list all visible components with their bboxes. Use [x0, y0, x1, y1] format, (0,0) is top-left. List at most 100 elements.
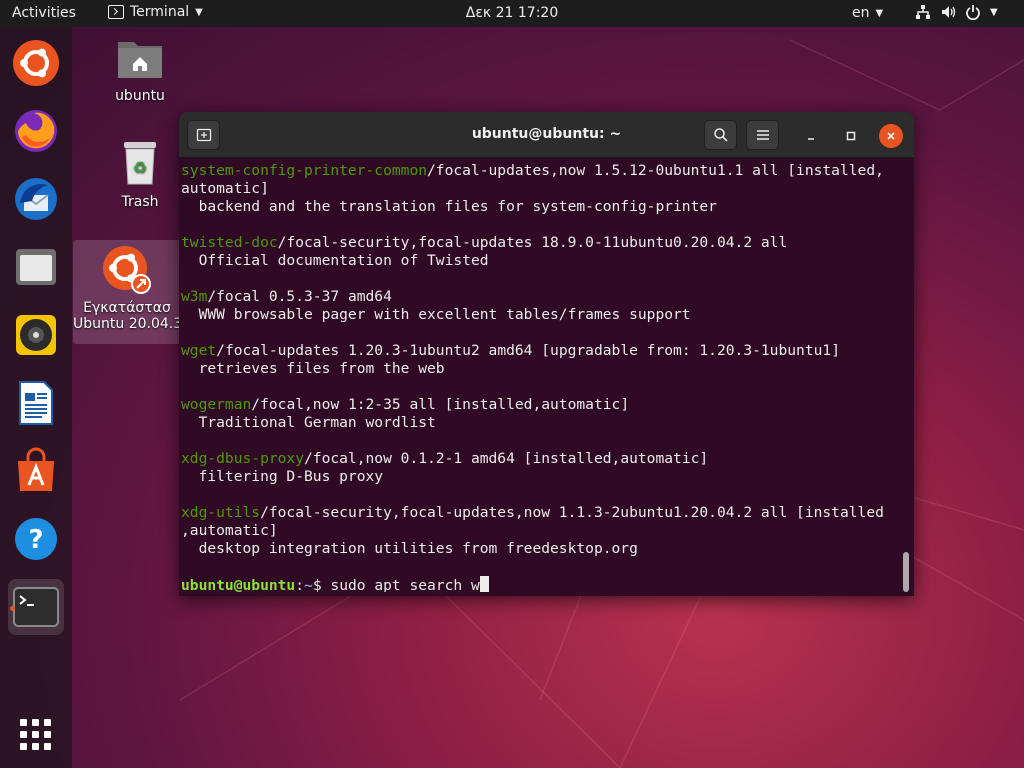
terminal-line: wogerman/focal,now 1:2-35 all [installed…	[181, 396, 909, 414]
search-icon	[713, 128, 728, 142]
ubuntu-software-icon	[18, 447, 54, 491]
package-name: wogerman	[181, 396, 252, 413]
terminal-line: twisted-doc/focal-security,focal-updates…	[181, 234, 909, 252]
dock-ubuntu-installer[interactable]	[8, 35, 64, 91]
output-text: retrieves files from the web	[181, 360, 445, 377]
package-name: wget	[181, 342, 217, 359]
top-bar: Activities Terminal ▼ Δεκ 21 17:20 en ▼ …	[0, 0, 1024, 27]
output-text: ,automatic]	[181, 522, 278, 539]
terminal-line: ,automatic]	[181, 522, 909, 540]
terminal-line: system-config-printer-common/focal-updat…	[181, 162, 909, 180]
close-icon	[887, 132, 895, 140]
ubuntu-installer-icon	[103, 246, 151, 294]
dock-thunderbird[interactable]	[8, 171, 64, 227]
menu-button[interactable]	[746, 120, 779, 150]
package-details: /focal-security,focal-updates 18.9.0-11u…	[277, 234, 788, 251]
dock-terminal[interactable]	[8, 579, 64, 635]
new-tab-button[interactable]	[187, 120, 220, 150]
output-text: Official documentation of Twisted	[181, 252, 489, 269]
dock-libreoffice-writer[interactable]	[8, 375, 64, 431]
prompt-line[interactable]: ubuntu@ubuntu:~$ sudo apt search w	[181, 576, 909, 592]
ubuntu-installer-icon	[13, 40, 59, 86]
terminal-line: backend and the translation files for sy…	[181, 198, 909, 216]
package-name: w3m	[181, 288, 208, 305]
terminal-titlebar[interactable]: ubuntu@ubuntu: ~	[179, 112, 914, 158]
output-text: WWW browsable pager with excellent table…	[181, 306, 691, 323]
app-menu-label: Terminal	[130, 4, 190, 20]
terminal-line: retrieves files from the web	[181, 360, 909, 378]
chevron-down-icon: ▼	[990, 6, 998, 18]
trash-label: Trash	[121, 194, 159, 210]
trash-icon: ♻	[124, 142, 156, 185]
minimize-button[interactable]	[799, 124, 823, 148]
svg-text:?: ?	[28, 525, 43, 555]
terminal-icon	[108, 5, 124, 19]
terminal-app-icon	[13, 587, 59, 627]
help-icon: ?	[15, 518, 57, 560]
output-text: desktop integration utilities from freed…	[181, 540, 638, 557]
language-label: en	[852, 5, 870, 21]
running-indicator	[10, 606, 15, 611]
close-button[interactable]	[879, 124, 903, 148]
package-name: system-config-printer-common	[181, 162, 428, 179]
network-icon	[915, 4, 931, 20]
terminal-output[interactable]: system-config-printer-common/focal-updat…	[181, 162, 909, 592]
package-name: xdg-dbus-proxy	[181, 450, 305, 467]
maximize-button[interactable]	[839, 124, 863, 148]
package-details: /focal,now 1:2-35 all [installed,automat…	[251, 396, 630, 413]
prompt-symbol: $	[312, 577, 331, 592]
power-icon	[965, 4, 981, 20]
prompt-user: ubuntu@ubuntu	[181, 577, 296, 592]
search-button[interactable]	[704, 120, 737, 150]
app-grid-icon	[20, 719, 51, 750]
dock-files[interactable]	[8, 239, 64, 295]
home-folder-label: ubuntu	[115, 88, 165, 104]
scrollbar[interactable]	[903, 552, 909, 592]
command-input[interactable]: sudo apt search w	[330, 577, 479, 592]
prompt-path: ~	[304, 577, 313, 592]
show-applications-button[interactable]	[8, 707, 64, 763]
package-details: /focal-updates,now 1.5.12-0ubuntu1.1 all…	[427, 162, 884, 179]
terminal-line: xdg-dbus-proxy/focal,now 0.1.2-1 amd64 […	[181, 450, 909, 468]
chevron-down-icon: ▼	[875, 7, 884, 19]
terminal-line: filtering D-Bus proxy	[181, 468, 909, 486]
package-details: /focal-updates 1.20.3-1ubuntu2 amd64 [up…	[216, 342, 840, 359]
terminal-line: automatic]	[181, 180, 909, 198]
package-name: xdg-utils	[181, 504, 261, 521]
dock-firefox[interactable]	[8, 103, 64, 159]
output-text: Traditional German wordlist	[181, 414, 436, 431]
minimize-icon	[808, 138, 814, 140]
installer-label-line2: Ubuntu 20.04.3	[73, 316, 181, 332]
output-text: backend and the translation files for sy…	[181, 198, 717, 215]
dock-ubuntu-software[interactable]	[8, 443, 64, 499]
desktop-installer[interactable]: Εγκατάστασ Ubuntu 20.04.3	[73, 244, 181, 332]
thunderbird-icon	[15, 178, 57, 220]
svg-text:♻: ♻	[133, 158, 147, 177]
prompt-separator: :	[295, 577, 305, 592]
terminal-line: Traditional German wordlist	[181, 414, 909, 432]
dock-rhythmbox[interactable]	[8, 307, 64, 363]
package-details: /focal 0.5.3-37 amd64	[207, 288, 392, 305]
terminal-window[interactable]: ubuntu@ubuntu: ~ system-config-printer-c…	[179, 112, 914, 596]
app-menu[interactable]: Terminal ▼	[108, 4, 203, 20]
desktop-home-folder[interactable]: ubuntu	[108, 36, 172, 104]
terminal-line: xdg-utils/focal-security,focal-updates,n…	[181, 504, 909, 522]
system-menu[interactable]: ▼	[915, 4, 998, 20]
output-text: automatic]	[181, 180, 269, 197]
desktop-trash[interactable]: ♻ Trash	[108, 140, 172, 210]
terminal-line: desktop integration utilities from freed…	[181, 540, 909, 558]
volume-icon	[940, 4, 956, 20]
activities-button[interactable]: Activities	[12, 5, 76, 21]
hamburger-icon	[756, 130, 769, 140]
package-name: twisted-doc	[181, 234, 278, 251]
dock-help[interactable]: ?	[8, 511, 64, 567]
home-folder-icon	[118, 42, 162, 78]
language-indicator[interactable]: en ▼	[852, 5, 883, 21]
